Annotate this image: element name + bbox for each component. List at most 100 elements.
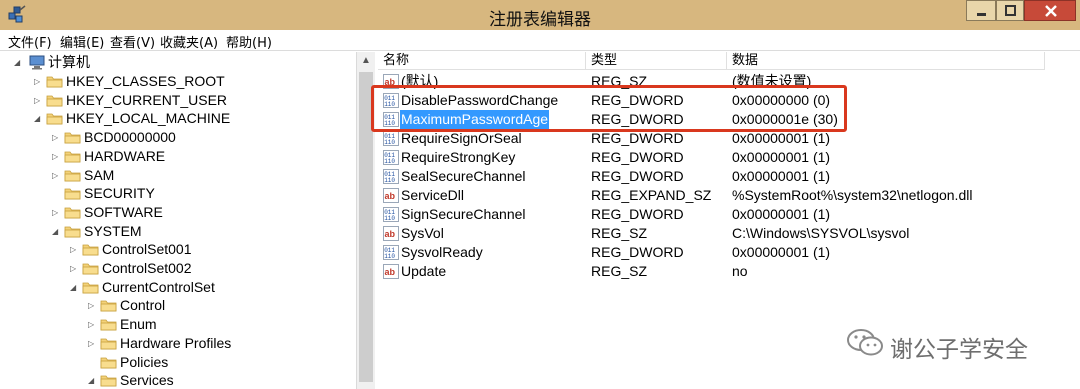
tree-node[interactable]: ▷ ControlSet002 [0, 259, 356, 278]
binary-value-icon: 011110 [383, 245, 399, 260]
value-type: REG_EXPAND_SZ [591, 187, 712, 203]
close-icon [1045, 5, 1057, 17]
expand-icon[interactable]: ▷ [52, 147, 62, 166]
folder-icon [64, 132, 81, 144]
value-row[interactable]: 011 110 SignSecureChannel REG_DWORD 0x000000… [378, 205, 1080, 224]
tree-node[interactable]: ▷ HARDWARE [0, 147, 356, 166]
collapse-icon[interactable]: ◢ [52, 222, 62, 241]
tree-label: HARDWARE [84, 147, 166, 164]
expand-icon[interactable]: ▷ [52, 203, 62, 222]
title-bar: 注册表编辑器 [0, 0, 1080, 30]
watermark-text: 谢公子学安全 [890, 337, 1028, 363]
tree-label: Enum [120, 316, 157, 333]
expand-icon[interactable]: ▷ [88, 296, 98, 315]
folder-icon [46, 76, 63, 88]
value-row[interactable]: ab Update REG_SZ no [378, 262, 1080, 281]
menu-edit[interactable]: 编辑(E) [60, 32, 104, 51]
column-header-data[interactable]: 数据 [727, 52, 1045, 70]
tree-node[interactable]: SECURITY [0, 184, 356, 203]
value-name[interactable]: SysvolReady [400, 243, 484, 262]
column-header-type[interactable]: 类型 [586, 52, 727, 70]
menu-file[interactable]: 文件(F) [8, 32, 52, 51]
folder-icon [100, 375, 117, 387]
tree-node[interactable]: Policies [0, 353, 356, 372]
menu-view[interactable]: 查看(V) [110, 32, 155, 51]
collapse-icon[interactable]: ◢ [70, 278, 80, 297]
tree-node[interactable]: ◢ CurrentControlSet [0, 278, 356, 297]
tree-node[interactable]: ▷ ControlSet001 [0, 240, 356, 259]
string-value-icon: ab [383, 226, 399, 241]
computer-icon [29, 55, 45, 70]
folder-icon [100, 338, 117, 350]
value-name[interactable]: SealSecureChannel [400, 167, 527, 186]
value-row[interactable]: 011 110 SealSecureChannel REG_DWORD 0x000000… [378, 167, 1080, 186]
folder-icon [82, 282, 99, 294]
expand-icon[interactable]: ▷ [70, 240, 80, 259]
tree-node[interactable]: ▷ Hardware Profiles [0, 334, 356, 353]
tree-node[interactable]: ▷ HKEY_CLASSES_ROOT [0, 72, 356, 91]
value-name[interactable]: SignSecureChannel [400, 205, 527, 224]
tree-label: SECURITY [84, 185, 155, 202]
value-name[interactable]: ServiceDll [400, 186, 465, 205]
value-row[interactable]: 011 110 SysvolReady REG_DWORD 0x00000001 (1) [378, 243, 1080, 262]
menu-help[interactable]: 帮助(H) [226, 32, 272, 51]
value-data: 0x00000001 (1) [732, 244, 831, 260]
binary-value-icon: 011110 [383, 131, 399, 146]
binary-value-icon: 011110 [383, 207, 399, 222]
tree-node[interactable]: ◢ SYSTEM [0, 222, 356, 241]
tree-node[interactable]: ▷ Enum [0, 315, 356, 334]
expand-icon[interactable]: ▷ [34, 72, 44, 91]
folder-icon [100, 319, 117, 331]
tree-label: ControlSet002 [102, 260, 192, 276]
value-row[interactable]: ab SysVol REG_SZ C:\Windows\SYSVOL\sysvol [378, 224, 1080, 243]
expand-icon[interactable]: ▷ [88, 315, 98, 334]
close-button[interactable] [1024, 0, 1076, 21]
tree-node[interactable]: ▷ BCD00000000 [0, 128, 356, 147]
svg-text:110: 110 [384, 215, 395, 222]
tree-node[interactable]: ▷ SOFTWARE [0, 203, 356, 222]
expand-icon[interactable]: ▷ [52, 166, 62, 185]
svg-text:110: 110 [384, 253, 395, 260]
expand-icon[interactable]: ▷ [88, 334, 98, 353]
collapse-icon[interactable]: ◢ [14, 53, 24, 72]
value-type: REG_DWORD [591, 168, 684, 184]
minimize-button[interactable] [966, 0, 996, 21]
folder-icon [82, 244, 99, 256]
tree-label: SOFTWARE [84, 203, 163, 220]
value-row[interactable]: ab ServiceDll REG_EXPAND_SZ %SystemRoot%\sy… [378, 186, 1080, 205]
value-data: 0x00000001 (1) [732, 149, 831, 165]
value-data: no [732, 263, 748, 279]
registry-tree[interactable]: ◢ 计算机 ▷ HKEY_CLASSES_ROOT ▷ HKEY_CURRENT_US… [0, 52, 375, 389]
tree-node[interactable]: ◢ HKEY_LOCAL_MACHINE [0, 109, 356, 128]
tree-root-computer[interactable]: ◢ 计算机 [0, 53, 356, 72]
expand-icon[interactable]: ▷ [34, 91, 44, 110]
tree-node[interactable]: ▷ Control [0, 296, 356, 315]
value-name[interactable]: RequireStrongKey [400, 148, 516, 167]
tree-node[interactable]: ▷ HKEY_CURRENT_USER [0, 91, 356, 110]
tree-node[interactable]: ▷ SAM [0, 166, 356, 185]
wechat-icon [847, 329, 883, 356]
value-name[interactable]: Update [400, 262, 447, 281]
value-data: 0x00000001 (1) [732, 168, 831, 184]
folder-icon [64, 170, 81, 181]
expand-icon[interactable]: ▷ [52, 128, 62, 147]
folder-icon [100, 300, 117, 312]
value-data: %SystemRoot%\system32\netlogon.dll [732, 187, 973, 203]
value-type: REG_DWORD [591, 244, 684, 260]
tree-label: Policies [120, 353, 169, 370]
collapse-icon[interactable]: ◢ [34, 109, 44, 128]
value-name[interactable]: SysVol [400, 224, 445, 243]
collapse-icon[interactable]: ◢ [88, 371, 98, 389]
value-row[interactable]: 011 110 RequireStrongKey REG_DWORD 0x0000000… [378, 148, 1080, 167]
menu-favorites[interactable]: 收藏夹(A) [160, 32, 218, 51]
column-header-name[interactable]: 名称 [378, 52, 586, 70]
tree-node[interactable]: ◢ Services [0, 371, 356, 389]
folder-icon [64, 151, 81, 163]
svg-text:ab: ab [385, 229, 396, 239]
maximize-icon [1005, 5, 1016, 16]
tree-label: ControlSet001 [102, 241, 192, 258]
expand-icon[interactable]: ▷ [70, 259, 80, 278]
minimize-icon [977, 13, 986, 16]
maximize-button[interactable] [996, 0, 1024, 21]
scroll-up-icon[interactable]: ▲ [357, 52, 375, 70]
